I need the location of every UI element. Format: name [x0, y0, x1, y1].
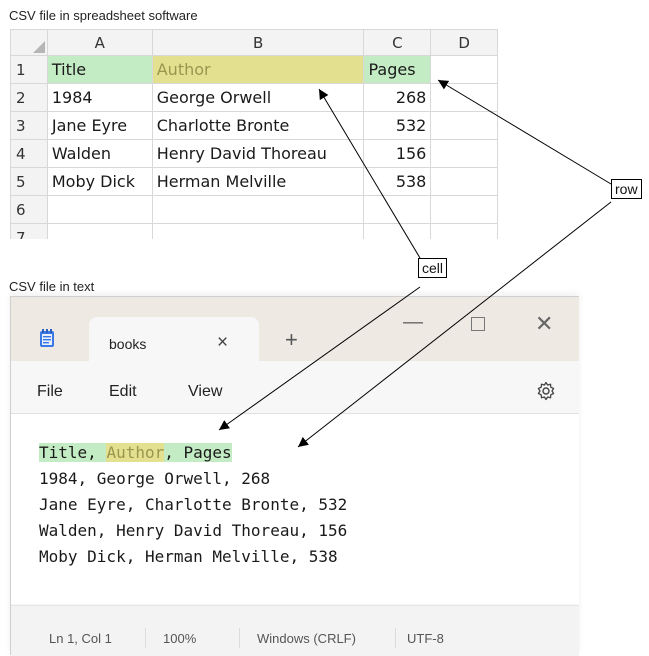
cell-arrow-to-spreadsheet — [318, 88, 421, 259]
cell-arrow-to-text — [218, 286, 421, 431]
row-arrow-to-spreadsheet — [437, 79, 612, 185]
row-label: row — [611, 179, 642, 199]
row-arrow-to-text — [297, 201, 612, 448]
annotation-arrows — [218, 79, 612, 448]
cell-label: cell — [418, 258, 448, 278]
